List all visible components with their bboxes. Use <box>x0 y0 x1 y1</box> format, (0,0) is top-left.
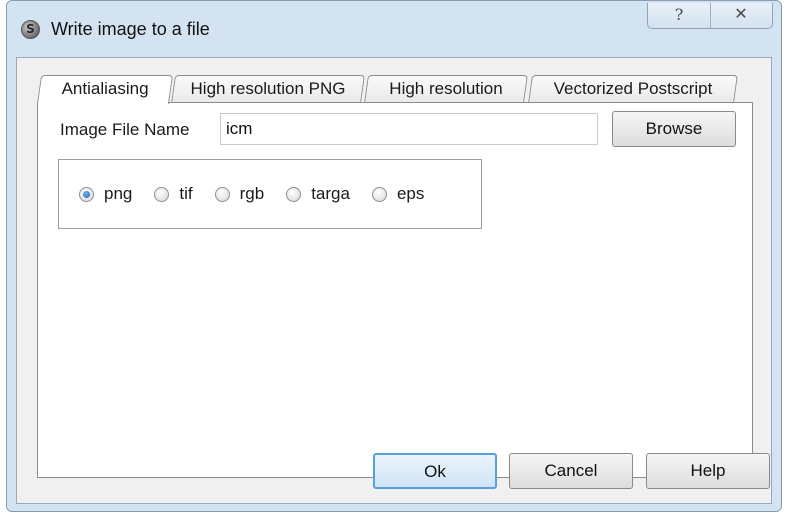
radio-tif[interactable] <box>154 186 170 202</box>
tab-label: High resolution <box>389 79 503 98</box>
format-label-eps: eps <box>396 184 425 203</box>
format-option-png[interactable]: png <box>79 184 132 204</box>
close-icon[interactable]: ✕ <box>710 3 772 27</box>
radio-targa[interactable] <box>286 186 302 202</box>
format-option-tif[interactable]: tif <box>154 184 193 204</box>
format-label-png: png <box>104 184 133 203</box>
tab-label: Antialiasing <box>61 79 149 98</box>
window-title: Write image to a file <box>51 19 210 39</box>
format-option-targa[interactable]: targa <box>286 184 350 204</box>
dialog-window: S Write image to a file ? ✕ Antialiasing… <box>6 0 782 512</box>
browse-button[interactable]: Browse <box>612 111 736 147</box>
tab-high-resolution[interactable]: High resolution <box>364 75 528 103</box>
radio-rgb[interactable] <box>214 186 230 202</box>
ok-button[interactable]: Ok <box>373 453 497 489</box>
tab-high-resolution-png[interactable]: High resolution PNG <box>171 75 365 103</box>
format-label-rgb: rgb <box>239 184 265 203</box>
title-bar[interactable]: S Write image to a file ? ✕ <box>7 1 781 57</box>
caption-buttons: ? ✕ <box>647 3 773 29</box>
radio-eps[interactable] <box>371 186 387 202</box>
tab-label: Vectorized Postscript <box>553 79 713 98</box>
image-file-name-input[interactable] <box>220 113 598 145</box>
format-label-tif: tif <box>179 184 193 203</box>
tab-label: High resolution PNG <box>190 79 346 98</box>
radio-png[interactable] <box>79 186 94 202</box>
image-file-name-label: Image File Name <box>60 120 190 139</box>
dialog-client-area: Antialiasing High resolution PNG High re… <box>16 57 772 504</box>
format-option-eps[interactable]: eps <box>371 184 425 204</box>
tab-vectorized-postscript[interactable]: Vectorized Postscript <box>528 75 738 103</box>
format-option-rgb[interactable]: rgb <box>214 184 265 204</box>
format-radio-row: png tif rgb targa eps <box>79 184 446 204</box>
tab-antialiasing[interactable]: Antialiasing <box>36 75 174 104</box>
tab-pane-antialiasing: Image File Name Browse png tif rgb <box>37 102 753 478</box>
help-button[interactable]: Help <box>646 453 770 489</box>
cancel-button[interactable]: Cancel <box>509 453 633 489</box>
app-icon: S <box>21 20 40 39</box>
format-label-targa: targa <box>311 184 350 203</box>
format-group: png tif rgb targa eps <box>58 159 482 229</box>
help-icon[interactable]: ? <box>648 3 710 27</box>
